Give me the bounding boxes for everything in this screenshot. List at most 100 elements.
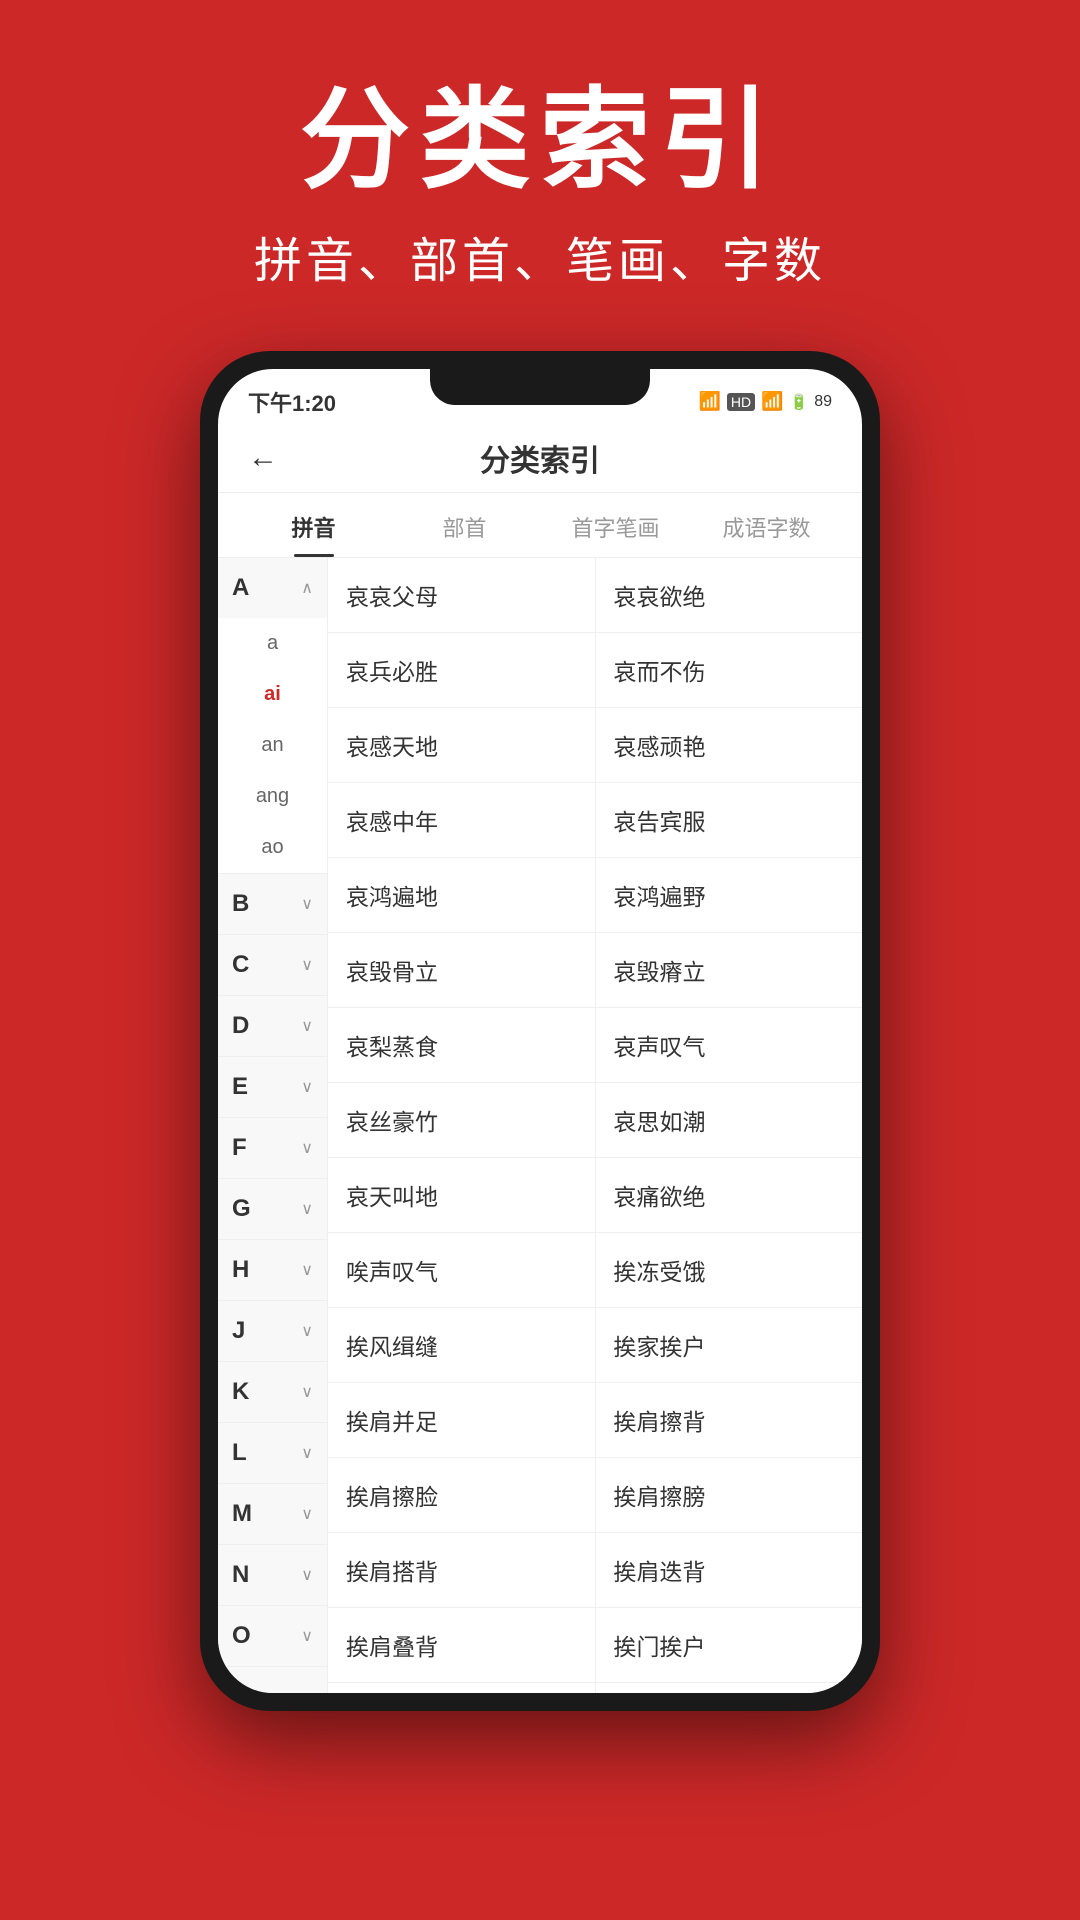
list-item[interactable]: 唉声叹气 xyxy=(328,1233,596,1307)
list-item[interactable]: 哀声叹气 xyxy=(596,1008,863,1082)
letter-group-M: M ∨ xyxy=(218,1484,327,1545)
list-item[interactable]: 挨门逐户 xyxy=(328,1683,596,1693)
letter-chevron-D: ∨ xyxy=(301,1016,313,1036)
letter-chevron-N: ∨ xyxy=(301,1565,313,1585)
list-item[interactable]: 哀鸿遍野 xyxy=(596,858,863,932)
idiom-list: 哀哀父母 哀哀欲绝 哀兵必胜 哀而不伤 哀感天地 哀感顽艳 哀感中年 哀告宾服 xyxy=(328,558,862,1693)
back-button[interactable]: ← xyxy=(248,441,278,475)
letter-sidebar: A ∧ a ai an ang ao B ∨ xyxy=(218,558,328,1693)
letter-header-D[interactable]: D ∨ xyxy=(218,996,327,1056)
table-row: 挨门逐户 挨三顶五 xyxy=(328,1683,862,1693)
list-item[interactable]: 哀哀父母 xyxy=(328,558,596,632)
table-row: 哀兵必胜 哀而不伤 xyxy=(328,633,862,708)
sub-item-an[interactable]: an xyxy=(218,720,327,771)
letter-label-J: J xyxy=(232,1317,245,1345)
list-item[interactable]: 挨肩擦膀 xyxy=(596,1458,863,1532)
list-item[interactable]: 哀天叫地 xyxy=(328,1158,596,1232)
top-nav: ← 分类索引 xyxy=(218,424,862,493)
table-row: 哀感中年 哀告宾服 xyxy=(328,783,862,858)
list-item[interactable]: 哀兵必胜 xyxy=(328,633,596,707)
list-item[interactable]: 哀痛欲绝 xyxy=(596,1158,863,1232)
letter-group-G: G ∨ xyxy=(218,1179,327,1240)
letter-group-H: H ∨ xyxy=(218,1240,327,1301)
letter-label-E: E xyxy=(232,1073,248,1101)
letter-chevron-K: ∨ xyxy=(301,1382,313,1402)
letter-chevron-M: ∨ xyxy=(301,1504,313,1524)
hero-subtitle: 拼音、部首、笔画、字数 xyxy=(0,221,1080,291)
hero-title: 分类索引 xyxy=(0,80,1080,201)
list-item[interactable]: 哀梨蒸食 xyxy=(328,1008,596,1082)
letter-group-B: B ∨ xyxy=(218,874,327,935)
sub-item-ang[interactable]: ang xyxy=(218,771,327,822)
list-item[interactable]: 哀感天地 xyxy=(328,708,596,782)
phone-container: 下午1:20 📶 HD 📶 🔋 89 ← 分类索引 拼音 部首 首字笔画 xyxy=(0,351,1080,1711)
content-area: A ∧ a ai an ang ao B ∨ xyxy=(218,558,862,1693)
list-item[interactable]: 哀哀欲绝 xyxy=(596,558,863,632)
list-item[interactable]: 哀毁骨立 xyxy=(328,933,596,1007)
letter-header-K[interactable]: K ∨ xyxy=(218,1362,327,1422)
tab-pinyin[interactable]: 拼音 xyxy=(238,493,389,557)
list-item[interactable]: 挨冻受饿 xyxy=(596,1233,863,1307)
tab-zishu[interactable]: 成语字数 xyxy=(691,493,842,557)
letter-group-E: E ∨ xyxy=(218,1057,327,1118)
nav-title: 分类索引 xyxy=(480,436,600,480)
sub-item-a[interactable]: a xyxy=(218,618,327,669)
letter-header-O[interactable]: O ∨ xyxy=(218,1606,327,1666)
letter-label-F: F xyxy=(232,1134,247,1162)
tab-bishuo[interactable]: 首字笔画 xyxy=(540,493,691,557)
sub-item-ai[interactable]: ai xyxy=(218,669,327,720)
list-item[interactable]: 哀告宾服 xyxy=(596,783,863,857)
letter-header-H[interactable]: H ∨ xyxy=(218,1240,327,1300)
list-item[interactable]: 哀丝豪竹 xyxy=(328,1083,596,1157)
list-item[interactable]: 挨肩擦背 xyxy=(596,1383,863,1457)
letter-label-G: G xyxy=(232,1195,251,1223)
status-icons: 📶 HD 📶 🔋 89 xyxy=(698,391,832,412)
phone-notch xyxy=(430,369,650,405)
list-item[interactable]: 挨门挨户 xyxy=(596,1608,863,1682)
letter-chevron-A: ∧ xyxy=(301,578,313,598)
list-item[interactable]: 挨风缉缝 xyxy=(328,1308,596,1382)
table-row: 哀天叫地 哀痛欲绝 xyxy=(328,1158,862,1233)
list-item[interactable]: 挨肩并足 xyxy=(328,1383,596,1457)
table-row: 哀丝豪竹 哀思如潮 xyxy=(328,1083,862,1158)
list-item[interactable]: 挨肩迭背 xyxy=(596,1533,863,1607)
list-item[interactable]: 哀而不伤 xyxy=(596,633,863,707)
letter-label-B: B xyxy=(232,890,249,918)
phone-frame: 下午1:20 📶 HD 📶 🔋 89 ← 分类索引 拼音 部首 首字笔画 xyxy=(200,351,880,1711)
letter-header-L[interactable]: L ∨ xyxy=(218,1423,327,1483)
table-row: 哀感天地 哀感顽艳 xyxy=(328,708,862,783)
letter-group-N: N ∨ xyxy=(218,1545,327,1606)
list-item[interactable]: 挨肩搭背 xyxy=(328,1533,596,1607)
letter-label-N: N xyxy=(232,1561,249,1589)
letter-label-D: D xyxy=(232,1012,249,1040)
letter-header-F[interactable]: F ∨ xyxy=(218,1118,327,1178)
letter-label-A: A xyxy=(232,574,249,602)
letter-chevron-E: ∨ xyxy=(301,1077,313,1097)
list-item[interactable]: 挨家挨户 xyxy=(596,1308,863,1382)
list-item[interactable]: 挨三顶五 xyxy=(596,1683,863,1693)
letter-group-K: K ∨ xyxy=(218,1362,327,1423)
signal-icon: 📶 xyxy=(698,391,720,412)
letter-header-N[interactable]: N ∨ xyxy=(218,1545,327,1605)
letter-header-B[interactable]: B ∨ xyxy=(218,874,327,934)
tab-bushou[interactable]: 部首 xyxy=(389,493,540,557)
sub-item-ao[interactable]: ao xyxy=(218,822,327,873)
letter-header-G[interactable]: G ∨ xyxy=(218,1179,327,1239)
list-item[interactable]: 哀毁瘠立 xyxy=(596,933,863,1007)
letter-group-F: F ∨ xyxy=(218,1118,327,1179)
list-item[interactable]: 哀鸿遍地 xyxy=(328,858,596,932)
letter-chevron-B: ∨ xyxy=(301,894,313,914)
letter-header-E[interactable]: E ∨ xyxy=(218,1057,327,1117)
list-item[interactable]: 挨肩擦脸 xyxy=(328,1458,596,1532)
list-item[interactable]: 哀思如潮 xyxy=(596,1083,863,1157)
status-time: 下午1:20 xyxy=(248,386,336,418)
letter-header-C[interactable]: C ∨ xyxy=(218,935,327,995)
letter-header-A[interactable]: A ∧ xyxy=(218,558,327,618)
list-item[interactable]: 挨肩叠背 xyxy=(328,1608,596,1682)
hd-icon: HD xyxy=(727,393,755,411)
list-item[interactable]: 哀感中年 xyxy=(328,783,596,857)
letter-header-M[interactable]: M ∨ xyxy=(218,1484,327,1544)
list-item[interactable]: 哀感顽艳 xyxy=(596,708,863,782)
letter-header-J[interactable]: J ∨ xyxy=(218,1301,327,1361)
letter-group-D: D ∨ xyxy=(218,996,327,1057)
